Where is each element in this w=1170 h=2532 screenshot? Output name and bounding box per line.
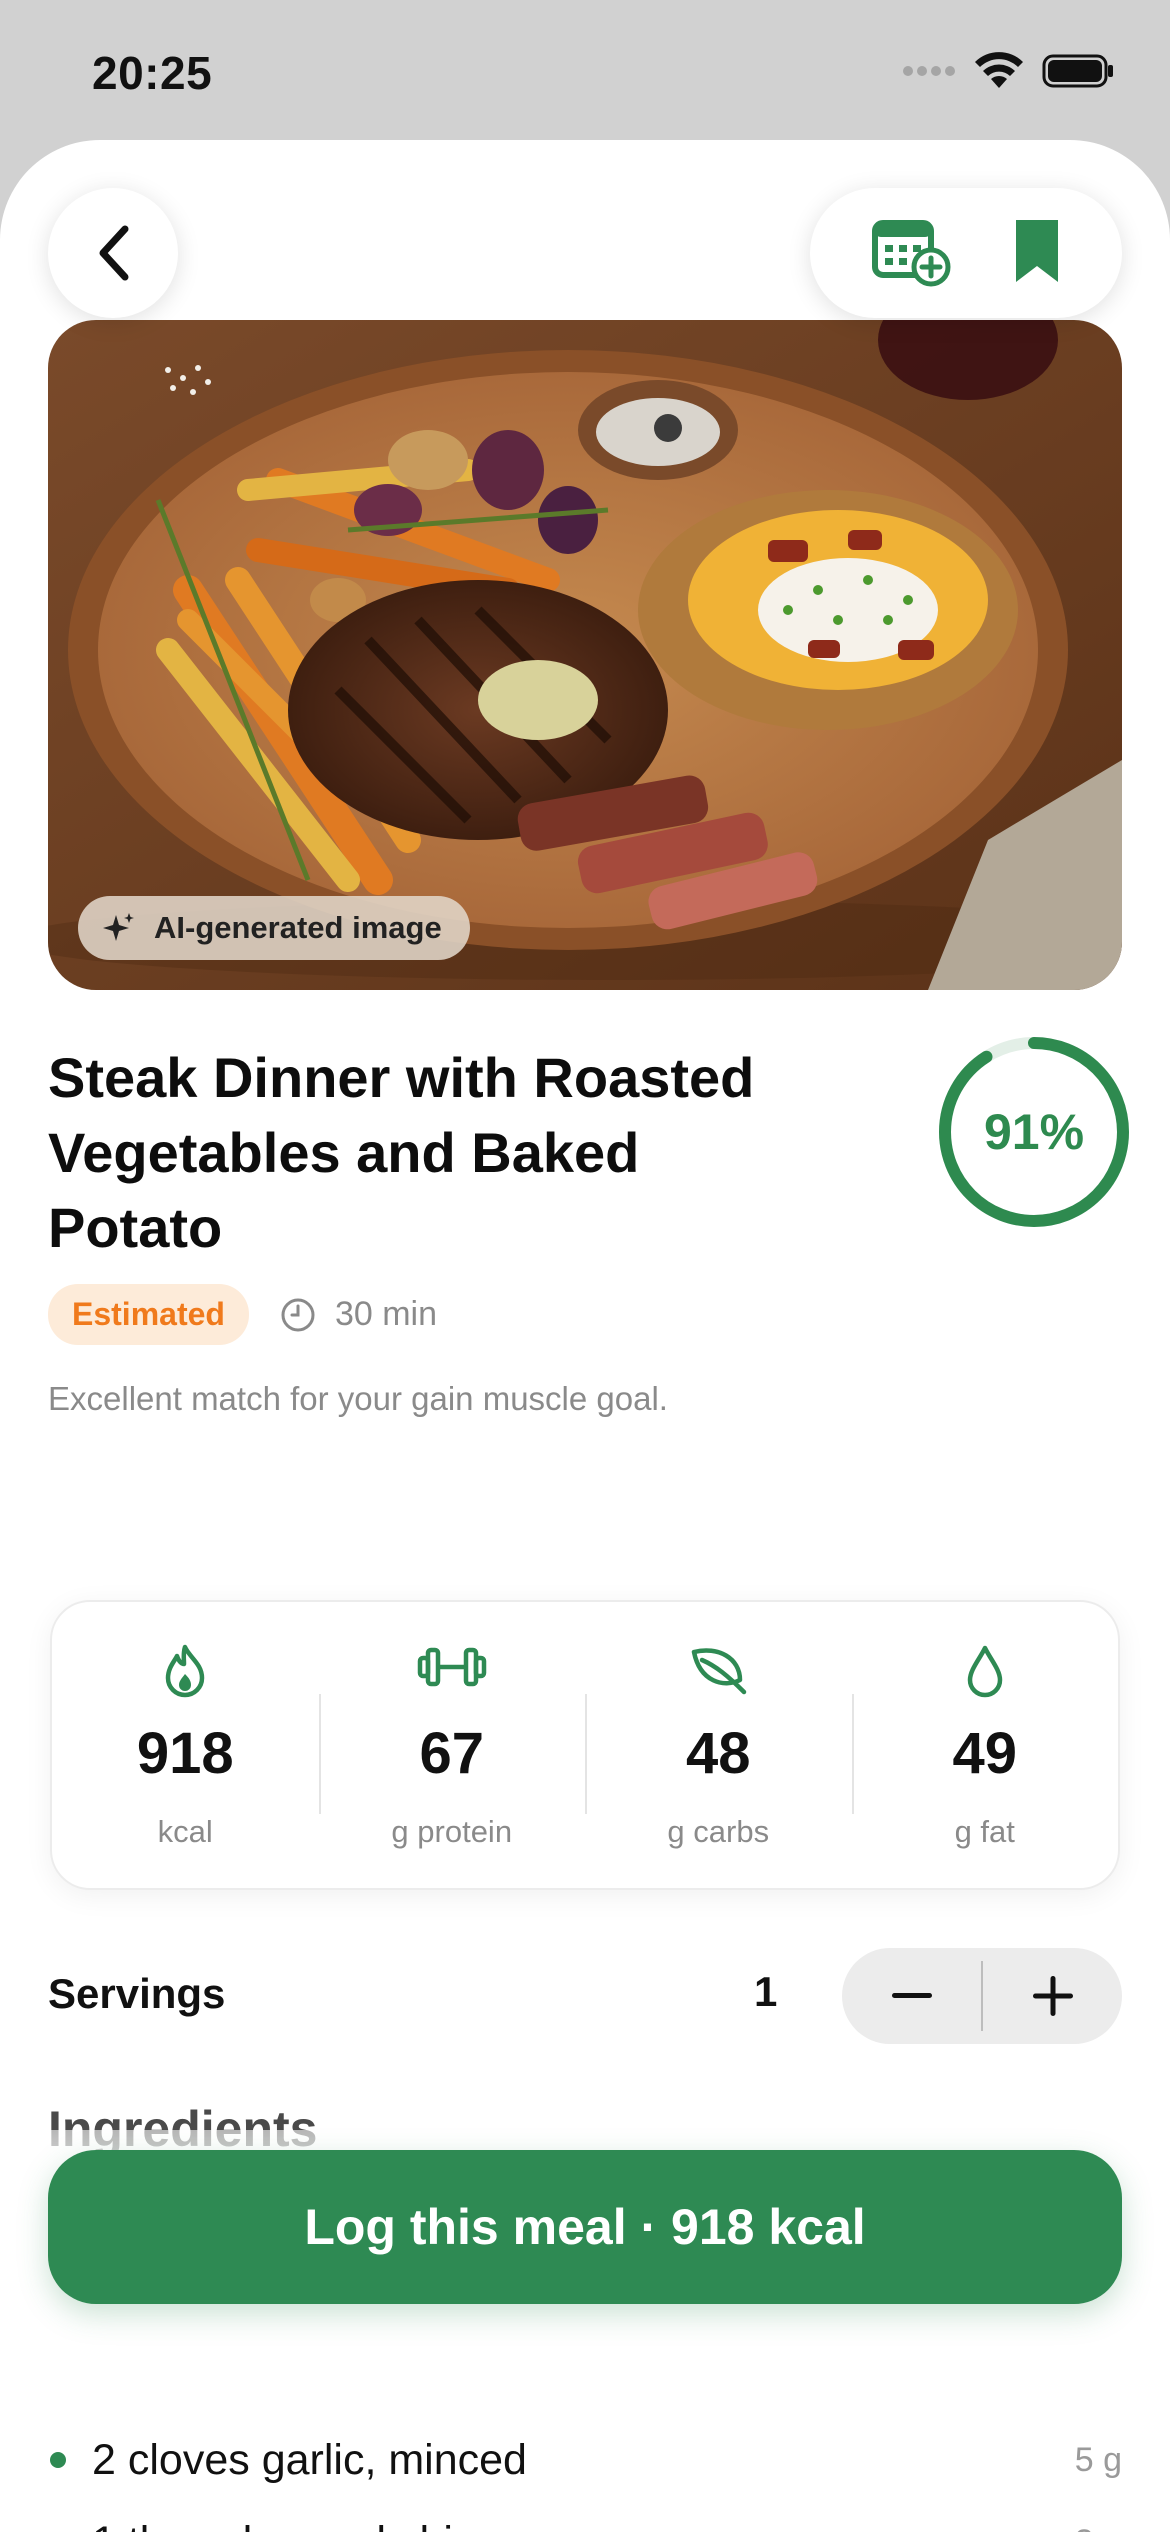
ingredient-amount: 5 g xyxy=(1074,2440,1122,2479)
macro-unit: g fat xyxy=(954,1814,1015,1849)
recipe-hero-image: AI-generated image xyxy=(48,320,1122,990)
cook-time: 30 min xyxy=(279,1295,437,1334)
back-button[interactable] xyxy=(48,188,178,318)
wifi-icon xyxy=(975,52,1023,88)
macro-fat: 49 g fat xyxy=(851,1602,1119,1888)
ai-generated-badge: AI-generated image xyxy=(78,896,470,960)
status-time: 20:25 xyxy=(92,47,213,99)
minus-icon xyxy=(891,1993,932,1998)
macro-value: 67 xyxy=(419,1721,484,1786)
signal-icon xyxy=(903,66,955,76)
steak-dinner-illustration xyxy=(48,320,1122,990)
battery-icon xyxy=(1042,54,1113,88)
clock-icon xyxy=(281,1298,315,1331)
dumbbell-icon xyxy=(417,1647,486,1687)
macro-value: 48 xyxy=(685,1721,751,1786)
status-icons xyxy=(902,52,1114,90)
ingredient-name: 2 cloves garlic, minced xyxy=(92,2435,527,2484)
flame-icon xyxy=(166,1644,205,1698)
macro-carbs: 48 g carbs xyxy=(585,1602,852,1888)
bookmark-button[interactable] xyxy=(1012,216,1062,291)
recipe-meta: Estimated 30 min xyxy=(48,1284,437,1345)
recipe-sheet: AI-generated image Steak Dinner with Roa… xyxy=(0,140,1170,2532)
leaf-icon xyxy=(692,1648,747,1695)
estimated-badge: Estimated xyxy=(48,1284,249,1345)
bullet-icon xyxy=(50,2452,66,2468)
header-actions xyxy=(810,188,1122,318)
ai-badge-label: AI-generated image xyxy=(154,910,442,945)
macro-unit: g protein xyxy=(391,1814,513,1849)
recipe-title-line: Potato xyxy=(48,1196,223,1259)
plus-icon xyxy=(1032,1976,1073,2016)
ingredient-amount: 3 g xyxy=(1075,2523,1122,2532)
ingredient-name: 1 tbsp chopped chives xyxy=(92,2518,1075,2532)
status-bar: 20:25 xyxy=(0,0,1170,140)
macro-calories: 918 kcal xyxy=(52,1602,319,1888)
match-score-ring: 91% xyxy=(936,1034,1132,1230)
add-to-plan-button[interactable] xyxy=(871,215,951,292)
ingredient-item[interactable]: 2 cloves garlic, minced 5 g xyxy=(48,2430,1122,2490)
macro-unit: g carbs xyxy=(667,1814,770,1849)
decrease-servings-button[interactable] xyxy=(842,1948,981,2044)
bookmark-icon xyxy=(1015,219,1058,282)
calendar-add-icon xyxy=(871,219,950,286)
recipe-title: Steak Dinner with Roasted Vegetables and… xyxy=(48,1040,868,1265)
recipe-title-line: Steak Dinner with Roasted xyxy=(48,1046,755,1109)
macro-protein: 67 g protein xyxy=(318,1602,586,1888)
macro-unit: kcal xyxy=(157,1814,213,1849)
macros-card: 918 kcal 67 g protein 48 g carbs 49 g fa… xyxy=(50,1600,1120,1890)
chevron-left-icon xyxy=(99,225,129,281)
servings-label: Servings xyxy=(48,1970,226,2017)
cook-time-text: 30 min xyxy=(334,1295,437,1333)
goal-match-text: Excellent match for your gain muscle goa… xyxy=(48,1380,668,1417)
servings-count: 1 xyxy=(754,1968,778,2015)
log-meal-button[interactable]: Log this meal · 918 kcal xyxy=(48,2150,1122,2304)
macro-value: 918 xyxy=(136,1721,234,1786)
servings-stepper xyxy=(842,1948,1122,2044)
recipe-title-line: Vegetables and Baked xyxy=(48,1121,640,1184)
increase-servings-button[interactable] xyxy=(983,1948,1122,2044)
drop-icon xyxy=(967,1645,1002,1698)
sparkle-icon xyxy=(103,913,134,941)
macro-value: 49 xyxy=(952,1721,1017,1786)
ingredient-item[interactable]: 1 tbsp chopped chives 3 g xyxy=(48,2512,1122,2532)
match-score-value: 91% xyxy=(983,1104,1085,1160)
